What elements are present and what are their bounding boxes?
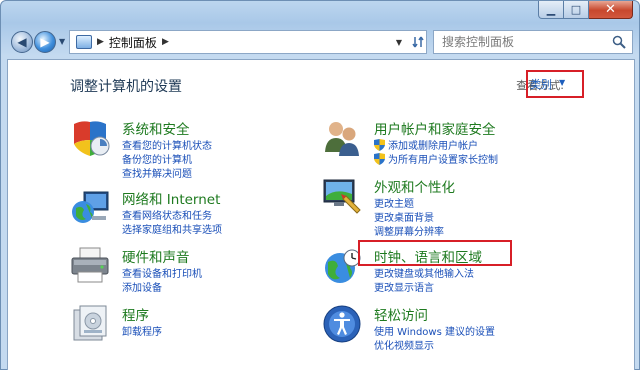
link-network-status[interactable]: 查看网络状态和任务 (122, 207, 212, 222)
link-text[interactable]: 为所有用户设置家长控制 (388, 155, 498, 166)
uac-shield-icon (374, 153, 385, 165)
network-globe-icon[interactable] (70, 188, 110, 228)
view-by-dropdown[interactable]: 类别 (530, 76, 552, 92)
close-icon: ✕ (605, 2, 616, 17)
category-title[interactable]: 网络和 Internet (122, 188, 220, 208)
link-view-computer-status[interactable]: 查看您的计算机状态 (122, 137, 212, 152)
category-network-internet: 网络和 Internet 查看网络状态和任务 选择家庭组和共享选项 (70, 188, 310, 238)
link-keyboard-input[interactable]: 更改键盘或其他输入法 (374, 265, 474, 280)
category-title[interactable]: 轻松访问 (374, 304, 428, 324)
link-windows-suggested-settings[interactable]: 使用 Windows 建议的设置 (374, 323, 495, 338)
ease-of-access-icon[interactable] (322, 304, 362, 344)
category-clock-language-region: 时钟、语言和区域 更改键盘或其他输入法 更改显示语言 (322, 246, 582, 296)
link-homegroup-sharing[interactable]: 选择家庭组和共享选项 (122, 221, 222, 236)
uac-shield-icon (374, 139, 385, 151)
category-user-accounts: 用户帐户和家庭安全 添加或删除用户帐户 为所有用户设置家长控制 (322, 118, 582, 168)
link-add-remove-accounts[interactable]: 添加或删除用户帐户 (374, 137, 478, 152)
search-input[interactable] (442, 35, 602, 49)
category-ease-of-access: 轻松访问 使用 Windows 建议的设置 优化视频显示 (322, 304, 582, 354)
breadcrumb-control-panel[interactable]: 控制面板 (109, 34, 157, 51)
category-title[interactable]: 外观和个性化 (374, 176, 455, 196)
address-bar[interactable]: ▶ 控制面板 ▶ ▼ (69, 30, 427, 54)
programs-icon[interactable] (70, 304, 110, 344)
link-uninstall-program[interactable]: 卸载程序 (122, 323, 162, 338)
window-frame: ▁ □ ✕ ◀ ▶ ▼ ▶ 控制面板 ▶ ▼ 调整计算机 (0, 0, 640, 370)
search-icon[interactable] (612, 35, 626, 49)
link-desktop-background[interactable]: 更改桌面背景 (374, 209, 434, 224)
content-panel: 调整计算机的设置 查看方式: 类别 ▼ 系统和安全 查看您的计算机状态 备份您的… (7, 59, 635, 370)
forward-button[interactable]: ▶ (34, 31, 56, 53)
forward-arrow-icon: ▶ (40, 35, 50, 49)
breadcrumb-separator[interactable]: ▶ (97, 37, 104, 47)
navigation-toolbar: ◀ ▶ ▼ ▶ 控制面板 ▶ ▼ (1, 25, 640, 59)
link-devices-printers[interactable]: 查看设备和打印机 (122, 265, 202, 280)
category-appearance: 外观和个性化 更改主题 更改桌面背景 调整屏幕分辨率 (322, 176, 582, 238)
address-dropdown-icon[interactable]: ▼ (396, 38, 402, 47)
clock-globe-icon[interactable] (322, 246, 362, 286)
shield-security-icon[interactable] (70, 118, 110, 158)
back-button[interactable]: ◀ (11, 31, 33, 53)
category-title[interactable]: 系统和安全 (122, 118, 190, 138)
caption-buttons: ▁ □ ✕ (538, 1, 633, 19)
view-by-chevron-icon[interactable]: ▼ (559, 78, 565, 87)
maximize-icon: □ (570, 3, 582, 16)
control-panel-icon (76, 35, 92, 49)
maximize-button[interactable]: □ (564, 1, 589, 19)
category-hardware-sound: 硬件和声音 查看设备和打印机 添加设备 (70, 246, 310, 296)
users-icon[interactable] (322, 118, 362, 158)
close-button[interactable]: ✕ (589, 1, 633, 19)
page-title: 调整计算机的设置 (70, 79, 182, 95)
link-parental-controls[interactable]: 为所有用户设置家长控制 (374, 151, 498, 166)
breadcrumb-separator-trailing[interactable]: ▶ (162, 37, 169, 47)
minimize-button[interactable]: ▁ (538, 1, 564, 19)
search-box[interactable] (433, 30, 633, 54)
link-optimize-video[interactable]: 优化视频显示 (374, 337, 434, 352)
link-change-theme[interactable]: 更改主题 (374, 195, 414, 210)
category-title[interactable]: 用户帐户和家庭安全 (374, 118, 496, 138)
category-system-security: 系统和安全 查看您的计算机状态 备份您的计算机 查找并解决问题 (70, 118, 310, 180)
link-add-device[interactable]: 添加设备 (122, 279, 162, 294)
link-troubleshoot[interactable]: 查找并解决问题 (122, 165, 192, 180)
link-screen-resolution[interactable]: 调整屏幕分辨率 (374, 223, 444, 238)
category-programs: 程序 卸载程序 (70, 304, 310, 344)
recent-pages-dropdown[interactable]: ▼ (59, 37, 65, 46)
link-display-language[interactable]: 更改显示语言 (374, 279, 434, 294)
category-title[interactable]: 硬件和声音 (122, 246, 190, 266)
printer-icon[interactable] (70, 246, 110, 286)
refresh-icon (412, 36, 424, 48)
category-title[interactable]: 时钟、语言和区域 (374, 246, 482, 266)
appearance-icon[interactable] (322, 176, 362, 216)
link-backup-computer[interactable]: 备份您的计算机 (122, 151, 192, 166)
back-arrow-icon: ◀ (17, 35, 27, 49)
category-title[interactable]: 程序 (122, 304, 149, 324)
minimize-icon: ▁ (546, 3, 556, 16)
refresh-button[interactable] (407, 30, 429, 54)
